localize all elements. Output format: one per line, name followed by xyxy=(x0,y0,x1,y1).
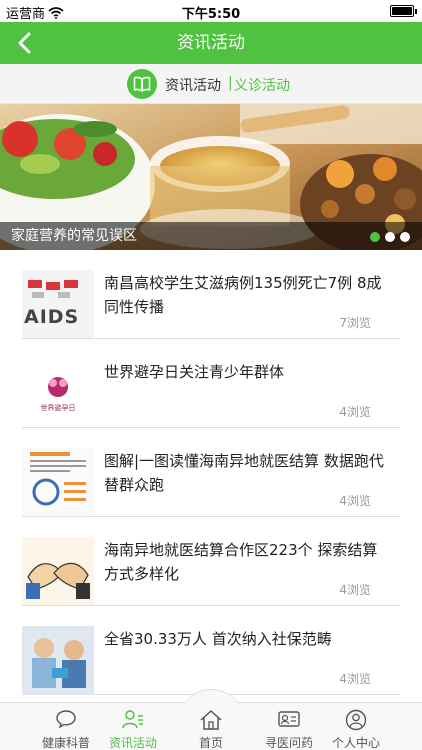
news-headline: 南昌高校学生艾滋病例135例死亡7例 8成同性传播 xyxy=(104,274,382,316)
user-icon xyxy=(314,709,398,731)
tab-separator: | xyxy=(228,75,233,91)
view-count: 4浏览 xyxy=(339,494,371,508)
carousel-indicator xyxy=(370,232,410,242)
tab-home[interactable]: 首页 xyxy=(169,703,253,750)
view-count: 4浏览 xyxy=(339,672,371,686)
carousel-dot[interactable] xyxy=(400,232,410,242)
news-headline: 全省30.33万人 首次纳入社保范畴 xyxy=(104,630,332,648)
thumbnail-text: 世界避孕日 xyxy=(40,404,76,412)
news-list: AIDS 南昌高校学生艾滋病例135例死亡7例 8成同性传播 7浏览 世界避孕日… xyxy=(0,250,422,702)
carousel-dot[interactable] xyxy=(385,232,395,242)
news-thumbnail: AIDS xyxy=(22,270,94,338)
nav-bar: 资讯活动 xyxy=(0,22,422,64)
news-headline: 世界避孕日关注青少年群体 xyxy=(104,363,285,381)
news-thumbnail: 世界避孕日 xyxy=(22,359,94,427)
news-item[interactable]: 全省30.33万人 首次纳入社保范畴 4浏览 xyxy=(22,606,400,695)
tab-label: 资讯活动 xyxy=(108,736,157,750)
news-item[interactable]: AIDS 南昌高校学生艾滋病例135例死亡7例 8成同性传播 7浏览 xyxy=(22,250,400,339)
tab-label: 首页 xyxy=(198,736,223,750)
news-thumbnail xyxy=(22,537,94,605)
sub-tab-bar: 资讯活动 | 义诊活动 xyxy=(0,64,422,104)
news-headline: 海南异地就医结算合作区223个 探索结算方式多样化 xyxy=(104,541,378,583)
view-count: 7浏览 xyxy=(339,316,371,330)
banner-carousel[interactable]: 家庭营养的常见误区 xyxy=(0,104,422,250)
battery-icon xyxy=(390,5,417,17)
banner-caption: 家庭营养的常见误区 xyxy=(11,228,137,244)
news-thumbnail xyxy=(22,448,94,516)
news-thumbnail xyxy=(22,626,94,694)
tab-label: 个人中心 xyxy=(331,736,380,750)
tab-profile[interactable]: 个人中心 xyxy=(314,703,398,750)
clock: 下午5:50 xyxy=(181,7,241,22)
news-item[interactable]: 图解|一图读懂海南异地就医结算 数据跑代替群众跑 4浏览 xyxy=(22,428,400,517)
book-icon xyxy=(127,69,157,99)
news-headline: 图解|一图读懂海南异地就医结算 数据跑代替群众跑 xyxy=(104,452,384,494)
home-icon xyxy=(169,709,253,731)
view-count: 4浏览 xyxy=(339,405,371,419)
tab-news-activities-bottom[interactable]: 资讯活动 xyxy=(91,703,175,750)
page-title: 资讯活动 xyxy=(177,33,245,53)
view-count: 4浏览 xyxy=(339,583,371,597)
news-item[interactable]: 海南异地就医结算合作区223个 探索结算方式多样化 4浏览 xyxy=(22,517,400,606)
carousel-dot[interactable] xyxy=(370,232,380,242)
news-item[interactable]: 世界避孕日 世界避孕日关注青少年群体 4浏览 xyxy=(22,339,400,428)
tab-news-activities[interactable]: 资讯活动 xyxy=(165,75,221,95)
status-bar: 运营商 下午5:50 xyxy=(0,0,422,22)
tab-free-clinic[interactable]: 义诊活动 xyxy=(234,75,290,95)
thumbnail-text: AIDS xyxy=(24,306,80,328)
person-list-icon xyxy=(91,709,175,731)
bottom-tab-bar: 健康科普 资讯活动 首页 寻医问药 个人中心 xyxy=(0,689,422,750)
